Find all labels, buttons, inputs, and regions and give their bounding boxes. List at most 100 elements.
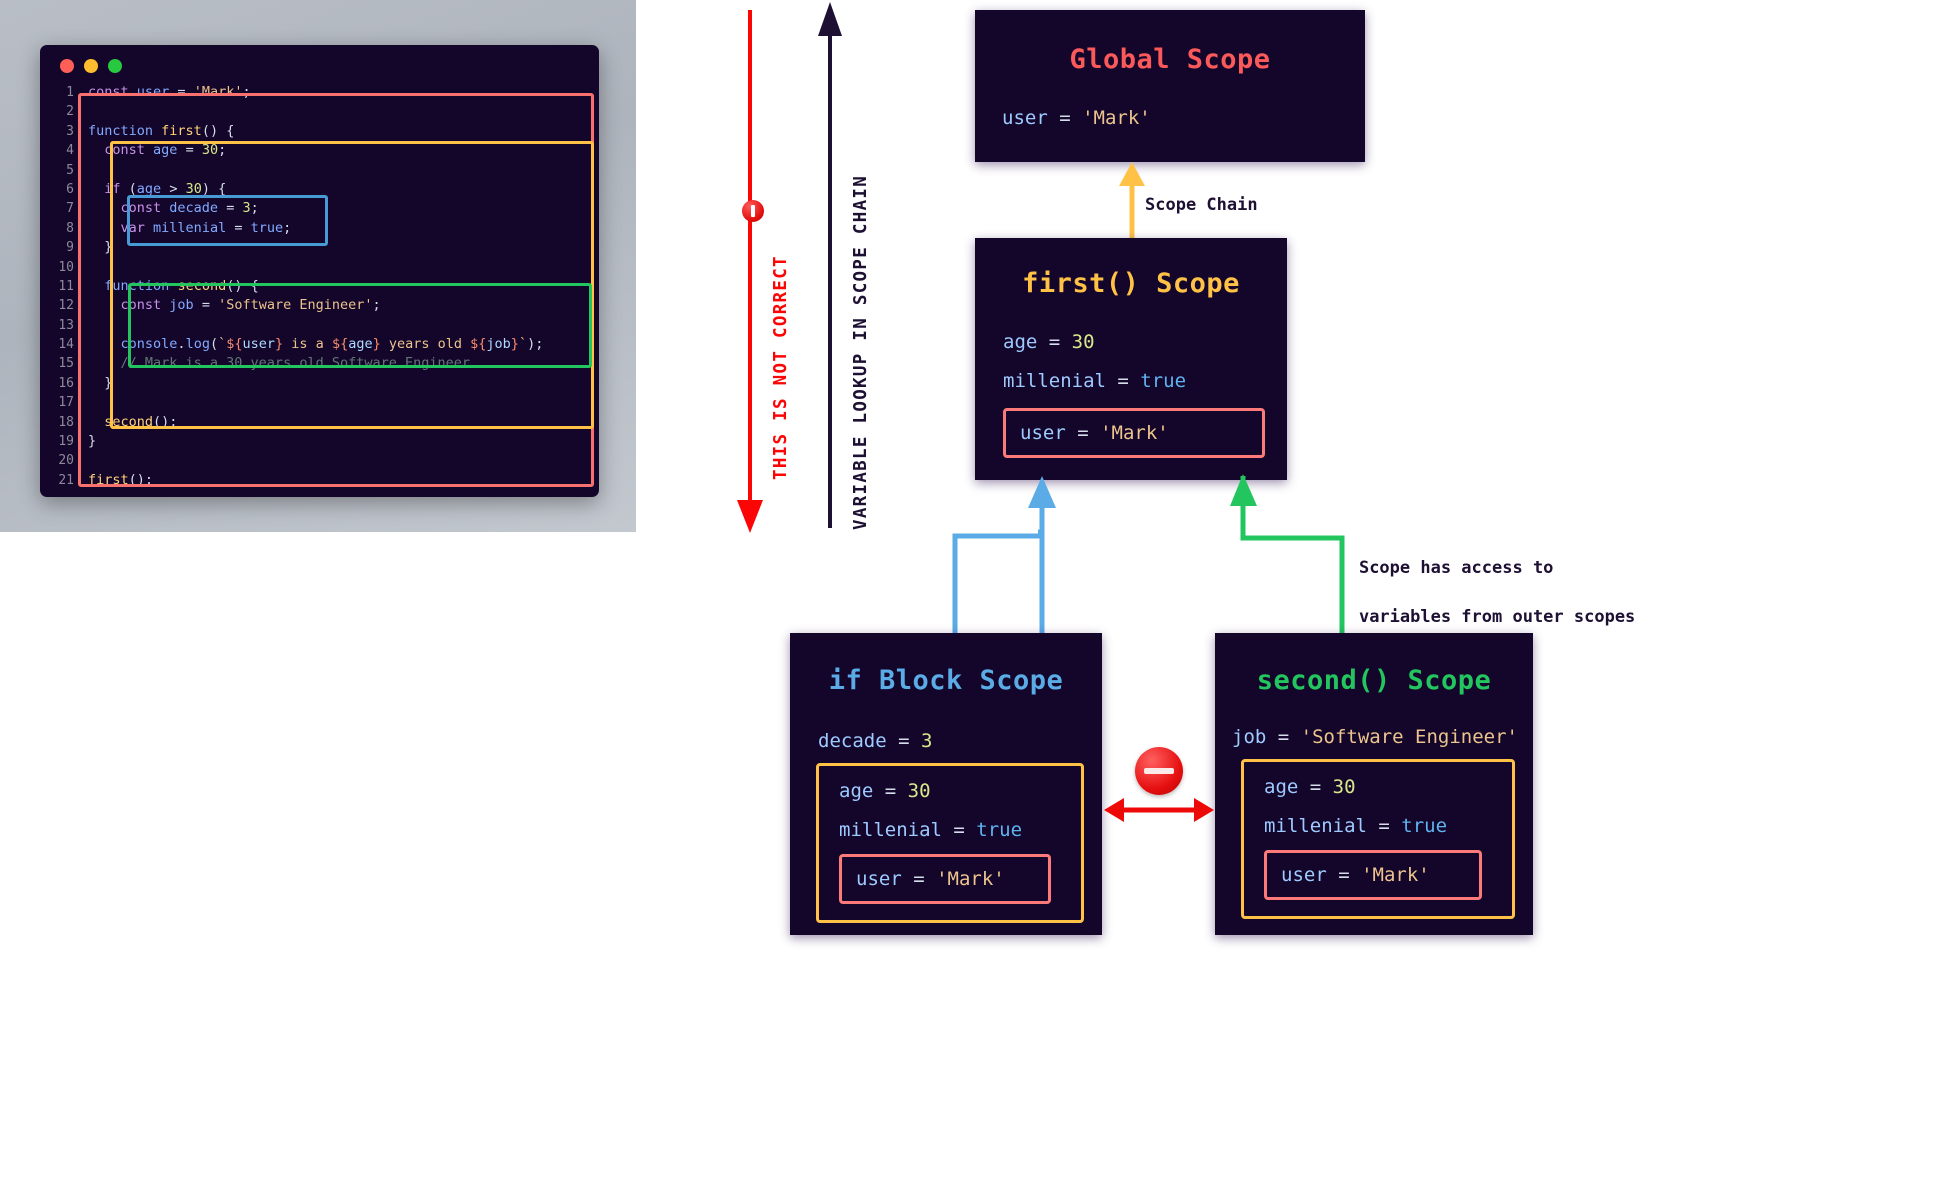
code-line: 5 — [40, 161, 599, 180]
global-scope-panel: Global Scope user = 'Mark' — [975, 10, 1365, 162]
scope-chain-diagram: THIS IS NOT CORRECT VARIABLE LOOKUP IN S… — [640, 0, 1958, 1184]
line-number: 3 — [66, 123, 74, 139]
second-scope-variable: job = 'Software Engineer' — [1232, 726, 1518, 748]
code-line: 11 function second() { — [40, 277, 599, 296]
line-number: 2 — [66, 104, 74, 120]
second-scope-panel: second() Scope job = 'Software Engineer'… — [1215, 633, 1533, 935]
no-entry-icon — [742, 200, 764, 222]
line-number: 14 — [58, 337, 74, 353]
line-number: 19 — [58, 434, 74, 450]
code-line: 4 const age = 30; — [40, 141, 599, 160]
close-icon[interactable] — [60, 59, 74, 73]
line-number: 8 — [66, 220, 74, 236]
second-scope-outer-group: age = 30 millenial = true user = 'Mark' — [1241, 759, 1515, 919]
line-number: 7 — [66, 201, 74, 217]
variable-lookup-label: VARIABLE LOOKUP IN SCOPE CHAIN — [851, 174, 871, 530]
first-scope-inherited-variable: user = 'Mark' — [1020, 422, 1169, 444]
line-code: function second() { — [104, 277, 259, 294]
if-block-scope-outer-group: age = 30 millenial = true user = 'Mark' — [816, 763, 1084, 923]
if-block-scope-outer-variable: age = 30 — [839, 780, 931, 802]
line-number: 16 — [58, 375, 74, 391]
line-code: const age = 30; — [104, 142, 227, 159]
line-number: 6 — [66, 181, 74, 197]
line-number: 15 — [58, 356, 74, 372]
second-scope-outer-variable: millenial = true — [1264, 815, 1448, 837]
scope-chain-lookup-arrow — [818, 2, 842, 528]
second-scope-inherited-group: user = 'Mark' — [1264, 850, 1482, 900]
if-block-scope-title: if Block Scope — [828, 665, 1064, 696]
code-line: 14 console.log(`${user} is a ${age} year… — [40, 335, 599, 354]
if-block-scope-inherited-variable: user = 'Mark' — [856, 868, 1005, 890]
code-line: 18 second(); — [40, 413, 599, 432]
line-code: const job = 'Software Engineer'; — [120, 297, 381, 314]
code-line: 16 } — [40, 374, 599, 393]
outer-scope-access-line-1: Scope has access to — [1358, 557, 1554, 578]
line-number: 11 — [58, 278, 74, 294]
line-number: 4 — [66, 143, 74, 159]
line-number: 12 — [58, 298, 74, 314]
code-area[interactable]: 1 const user = 'Mark'; 2 3 function first(… — [40, 83, 599, 497]
code-line: 7 const decade = 3; — [40, 199, 599, 218]
code-line: 6 if (age > 30) { — [40, 180, 599, 199]
line-code: function first() { — [88, 122, 235, 139]
second-scope-outer-variable: age = 30 — [1264, 776, 1356, 798]
if-block-scope-variable: decade = 3 — [818, 730, 933, 752]
line-code: } — [88, 239, 113, 256]
line-code: var millenial = true; — [120, 219, 292, 236]
line-number: 20 — [58, 453, 74, 469]
code-line: 3 function first() { — [40, 122, 599, 141]
first-scope-variable: age = 30 — [1003, 331, 1095, 353]
global-scope-variable: user = 'Mark' — [1002, 107, 1151, 129]
if-block-to-first-connector — [952, 476, 1056, 648]
not-correct-arrow — [737, 10, 763, 533]
code-editor-window: 1 const user = 'Mark'; 2 3 function first(… — [40, 45, 599, 497]
first-scope-variable: millenial = true — [1003, 370, 1187, 392]
line-code: // Mark is a 30 years old Software Engin… — [88, 355, 471, 372]
first-scope-title: first() Scope — [1022, 268, 1240, 299]
code-line: 17 — [40, 393, 599, 412]
no-access-double-arrow — [1104, 798, 1214, 822]
second-scope-inherited-variable: user = 'Mark' — [1281, 864, 1430, 886]
code-line: 20 — [40, 451, 599, 470]
line-number: 9 — [66, 240, 74, 256]
line-code: first(); — [88, 471, 154, 488]
first-scope-panel: first() Scope age = 30 millenial = true … — [975, 238, 1287, 480]
not-correct-label: THIS IS NOT CORRECT — [771, 255, 791, 480]
line-number: 13 — [58, 317, 74, 333]
if-block-scope-panel: if Block Scope decade = 3 age = 30 mille… — [790, 633, 1102, 935]
line-code: } — [88, 433, 97, 450]
line-number: 18 — [58, 414, 74, 430]
code-screenshot-panel: 1 const user = 'Mark'; 2 3 function first(… — [0, 0, 636, 532]
line-code: const decade = 3; — [120, 200, 259, 217]
code-line: 1 const user = 'Mark'; — [40, 83, 599, 102]
global-scope-title: Global Scope — [1069, 44, 1271, 75]
line-number: 10 — [58, 259, 74, 275]
code-line: 2 — [40, 102, 599, 121]
code-line: 13 — [40, 316, 599, 335]
first-scope-inherited-group: user = 'Mark' — [1003, 408, 1265, 458]
no-entry-icon — [1135, 747, 1183, 795]
line-number: 21 — [58, 472, 74, 488]
editor-titlebar — [40, 45, 599, 83]
line-code: console.log(`${user} is a ${age} years o… — [120, 336, 544, 353]
scope-chain-label: Scope Chain — [1145, 195, 1258, 215]
line-number: 5 — [66, 162, 74, 178]
code-line: 21 first(); — [40, 471, 599, 490]
second-scope-title: second() Scope — [1256, 665, 1492, 696]
line-code: const user = 'Mark'; — [88, 84, 251, 100]
code-line: 10 — [40, 258, 599, 277]
if-block-scope-inherited-group: user = 'Mark' — [839, 854, 1051, 904]
line-number: 1 — [66, 85, 74, 100]
line-code: if (age > 30) { — [104, 180, 227, 197]
maximize-icon[interactable] — [108, 59, 122, 73]
minimize-icon[interactable] — [84, 59, 98, 73]
code-line: 12 const job = 'Software Engineer'; — [40, 296, 599, 315]
code-line: 8 var millenial = true; — [40, 219, 599, 238]
code-line: 9 } — [40, 238, 599, 257]
line-number: 17 — [58, 395, 74, 411]
line-code: second(); — [104, 413, 178, 430]
code-line: 15 // Mark is a 30 years old Software En… — [40, 354, 599, 373]
outer-scope-access-line-2: variables from outer scopes — [1358, 606, 1636, 627]
if-block-scope-outer-variable: millenial = true — [839, 819, 1023, 841]
code-line: 19} — [40, 432, 599, 451]
